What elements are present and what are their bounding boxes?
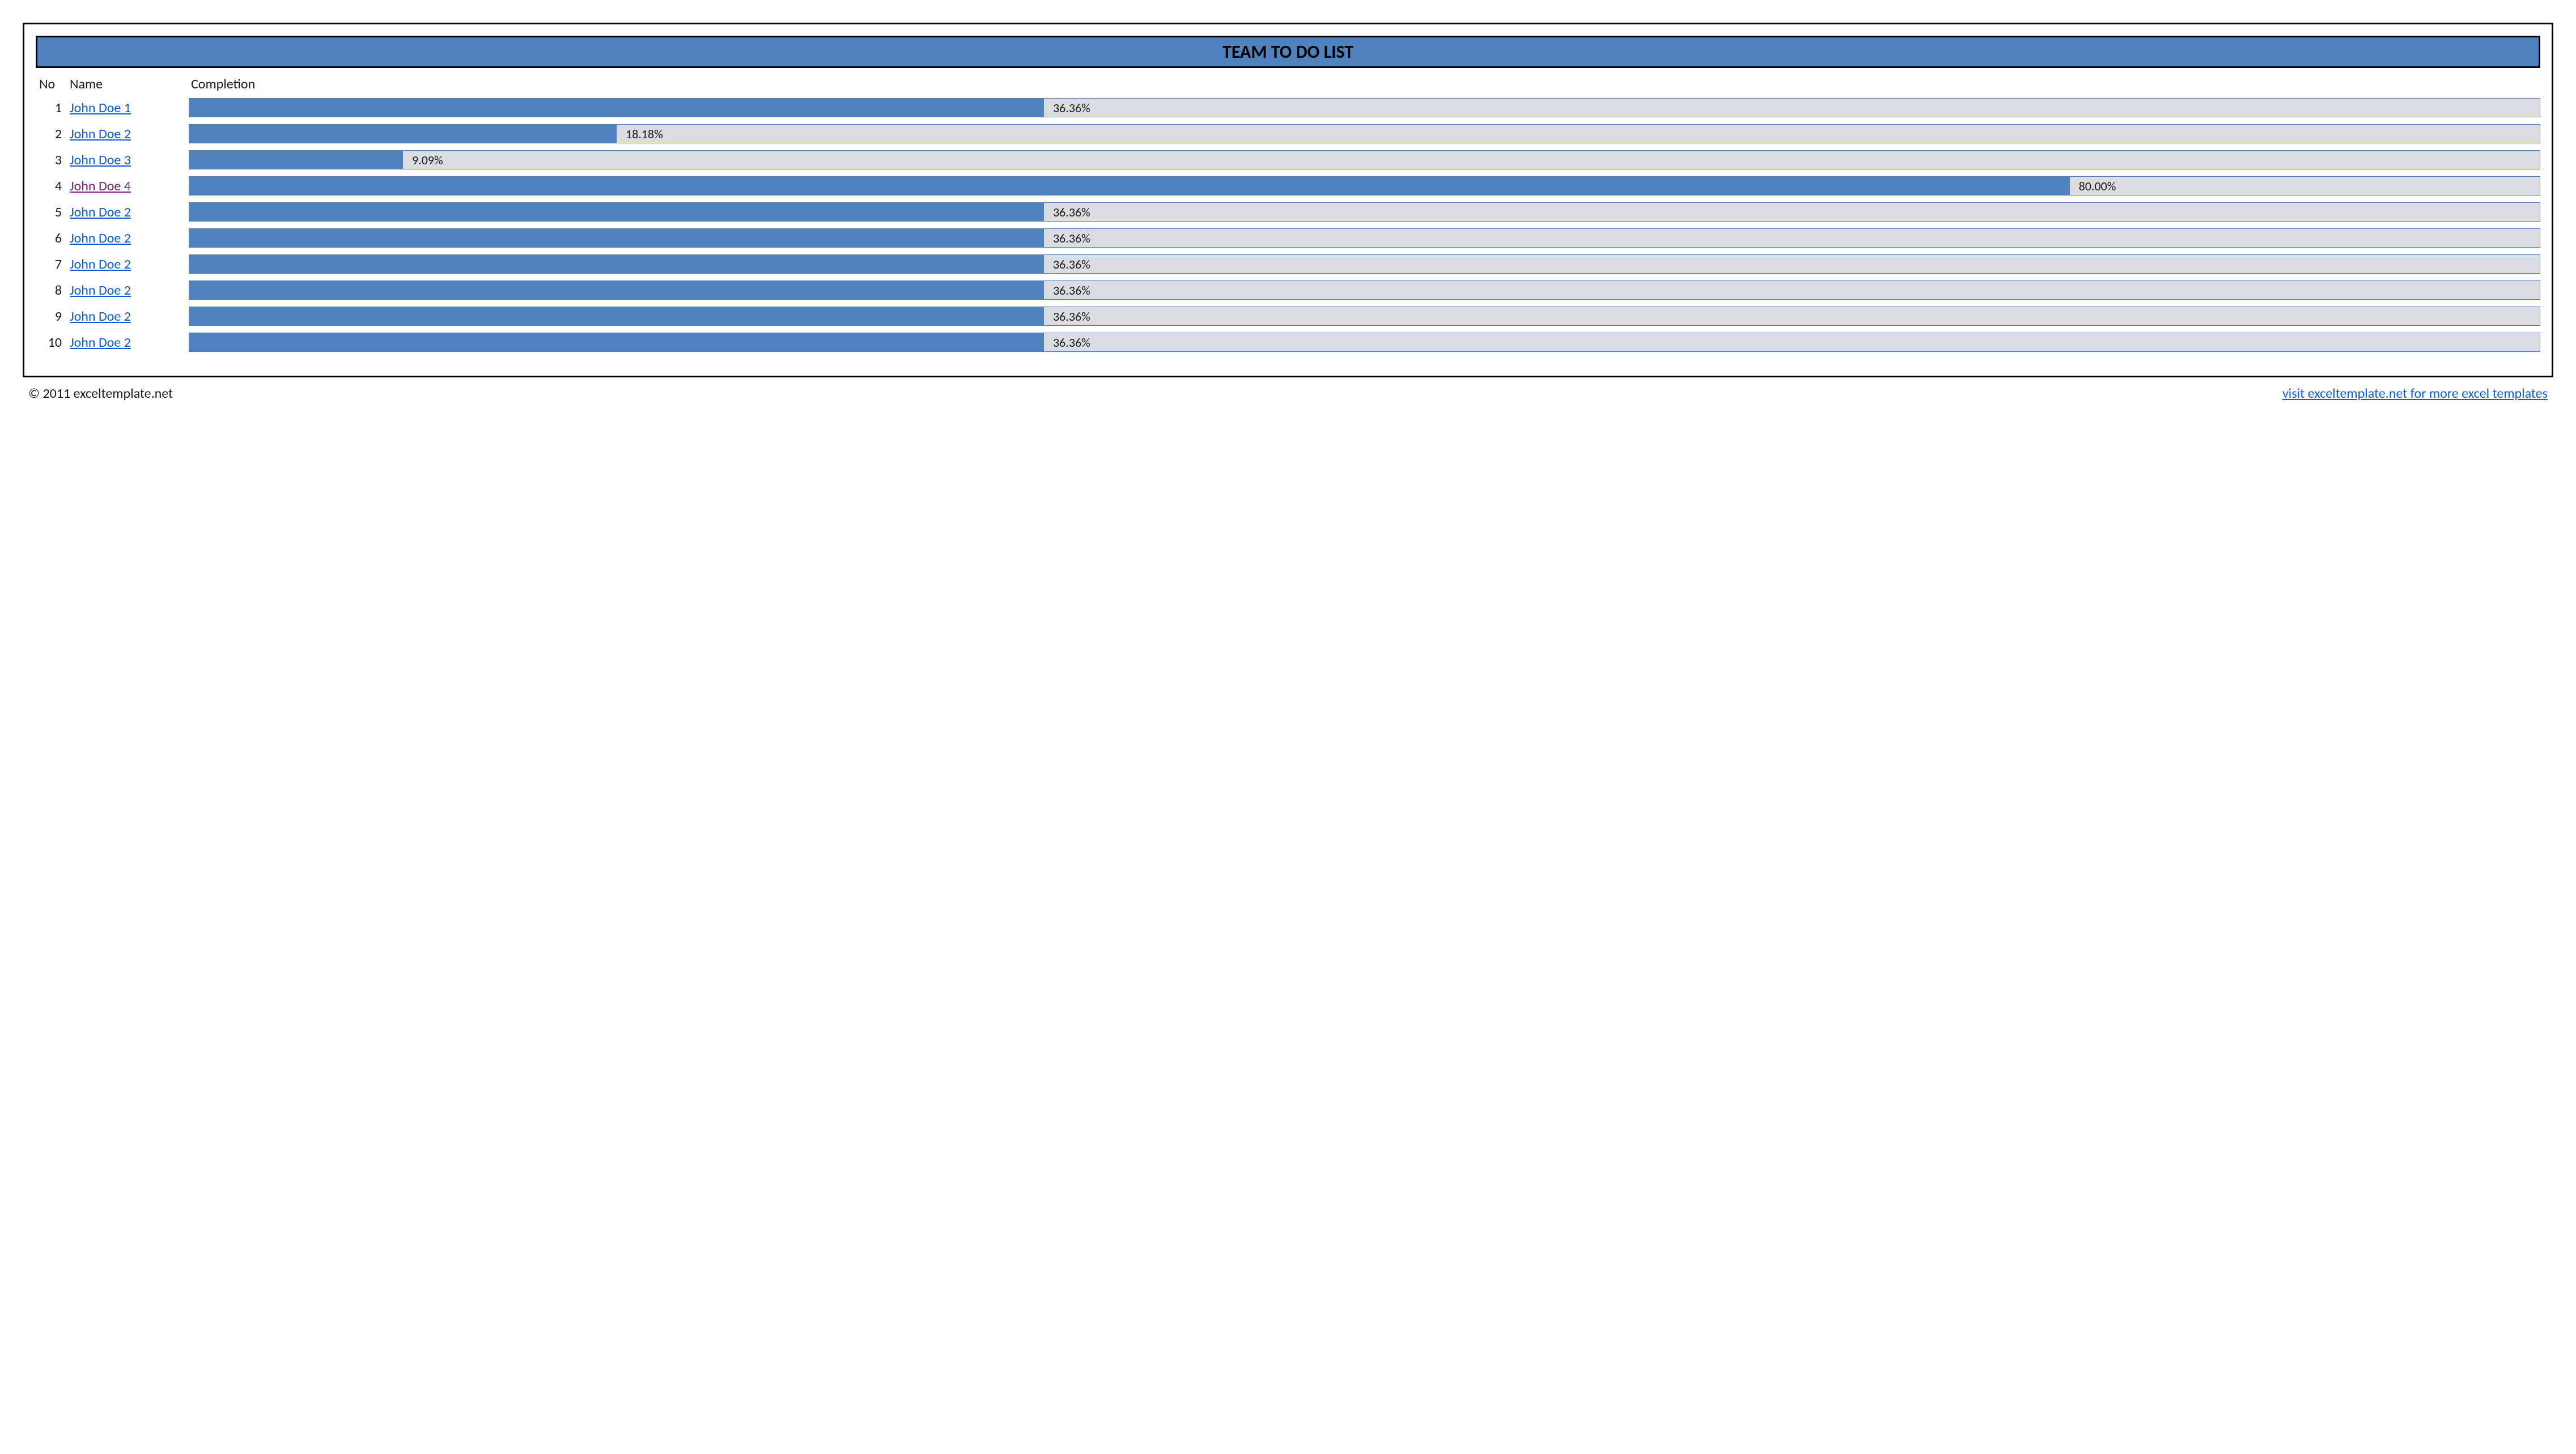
row-name-cell: John Doe 2 bbox=[70, 126, 189, 142]
person-link[interactable]: John Doe 2 bbox=[70, 334, 131, 351]
completion-cell: 36.36% bbox=[189, 254, 2540, 274]
progress-bar: 36.36% bbox=[189, 254, 2540, 274]
document-frame: TEAM TO DO LIST No Name Completion 1John… bbox=[23, 23, 2553, 377]
progress-label: 36.36% bbox=[1044, 307, 1090, 325]
progress-bar-fill bbox=[189, 229, 1044, 247]
progress-bar: 18.18% bbox=[189, 124, 2540, 143]
person-link[interactable]: John Doe 2 bbox=[70, 282, 131, 299]
completion-cell: 36.36% bbox=[189, 228, 2540, 248]
row-number: 6 bbox=[36, 230, 70, 246]
progress-bar: 9.09% bbox=[189, 150, 2540, 169]
table-row: 10John Doe 2 36.36% bbox=[36, 333, 2540, 352]
progress-bar-fill bbox=[189, 255, 1044, 273]
completion-cell: 9.09% bbox=[189, 150, 2540, 169]
person-link[interactable]: John Doe 2 bbox=[70, 308, 131, 325]
table-row: 4John Doe 4 80.00% bbox=[36, 176, 2540, 195]
progress-bar-fill bbox=[189, 125, 617, 143]
table-row: 2John Doe 2 18.18% bbox=[36, 124, 2540, 143]
progress-bar: 36.36% bbox=[189, 98, 2540, 117]
progress-bar: 80.00% bbox=[189, 176, 2540, 195]
progress-bar: 36.36% bbox=[189, 307, 2540, 326]
progress-bar-fill bbox=[189, 99, 1044, 117]
completion-cell: 36.36% bbox=[189, 98, 2540, 117]
progress-label: 18.18% bbox=[617, 125, 663, 143]
footer-link[interactable]: visit exceltemplate.net for more excel t… bbox=[2282, 385, 2548, 402]
table-header: No Name Completion bbox=[36, 76, 2540, 92]
row-number: 1 bbox=[36, 100, 70, 116]
row-name-cell: John Doe 2 bbox=[70, 230, 189, 246]
completion-cell: 36.36% bbox=[189, 307, 2540, 326]
row-number: 9 bbox=[36, 308, 70, 325]
completion-cell: 36.36% bbox=[189, 202, 2540, 222]
progress-bar-fill bbox=[189, 203, 1044, 221]
progress-bar: 36.36% bbox=[189, 280, 2540, 300]
progress-bar: 36.36% bbox=[189, 202, 2540, 222]
person-link[interactable]: John Doe 2 bbox=[70, 204, 131, 220]
row-number: 10 bbox=[36, 334, 70, 351]
row-name-cell: John Doe 2 bbox=[70, 282, 189, 299]
col-header-name: Name bbox=[70, 76, 189, 92]
person-link[interactable]: John Doe 2 bbox=[70, 126, 131, 142]
progress-bar-fill bbox=[189, 177, 2070, 195]
person-link[interactable]: John Doe 3 bbox=[70, 152, 131, 168]
row-number: 4 bbox=[36, 178, 70, 194]
table-row: 3John Doe 3 9.09% bbox=[36, 150, 2540, 169]
completion-cell: 80.00% bbox=[189, 176, 2540, 195]
progress-label: 36.36% bbox=[1044, 229, 1090, 247]
progress-label: 80.00% bbox=[2070, 177, 2116, 195]
row-name-cell: John Doe 2 bbox=[70, 334, 189, 351]
table-row: 7John Doe 2 36.36% bbox=[36, 254, 2540, 274]
progress-bar-fill bbox=[189, 307, 1044, 325]
page-title: TEAM TO DO LIST bbox=[36, 36, 2540, 68]
row-number: 8 bbox=[36, 282, 70, 299]
row-name-cell: John Doe 1 bbox=[70, 100, 189, 116]
footer-copyright: © 2011 exceltemplate.net bbox=[28, 385, 173, 402]
person-link[interactable]: John Doe 2 bbox=[70, 256, 131, 273]
progress-bar-fill bbox=[189, 151, 403, 169]
col-header-completion: Completion bbox=[189, 76, 2540, 92]
progress-label: 36.36% bbox=[1044, 99, 1090, 117]
row-number: 5 bbox=[36, 204, 70, 220]
col-header-no: No bbox=[36, 76, 70, 92]
table-row: 6John Doe 2 36.36% bbox=[36, 228, 2540, 248]
progress-label: 36.36% bbox=[1044, 333, 1090, 351]
progress-label: 36.36% bbox=[1044, 255, 1090, 273]
row-name-cell: John Doe 2 bbox=[70, 308, 189, 325]
person-link[interactable]: John Doe 2 bbox=[70, 230, 131, 246]
progress-label: 36.36% bbox=[1044, 281, 1090, 299]
progress-label: 36.36% bbox=[1044, 203, 1090, 221]
table-row: 9John Doe 2 36.36% bbox=[36, 307, 2540, 326]
row-name-cell: John Doe 3 bbox=[70, 152, 189, 168]
table-row: 1John Doe 1 36.36% bbox=[36, 98, 2540, 117]
progress-label: 9.09% bbox=[403, 151, 443, 169]
completion-cell: 36.36% bbox=[189, 333, 2540, 352]
row-number: 7 bbox=[36, 256, 70, 273]
person-link[interactable]: John Doe 1 bbox=[70, 100, 131, 116]
table-row: 8John Doe 2 36.36% bbox=[36, 280, 2540, 300]
progress-bar: 36.36% bbox=[189, 228, 2540, 248]
table-row: 5John Doe 2 36.36% bbox=[36, 202, 2540, 222]
row-name-cell: John Doe 2 bbox=[70, 204, 189, 220]
footer: © 2011 exceltemplate.net visit exceltemp… bbox=[23, 385, 2553, 402]
completion-cell: 36.36% bbox=[189, 280, 2540, 300]
completion-cell: 18.18% bbox=[189, 124, 2540, 143]
table-body: 1John Doe 136.36%2John Doe 218.18%3John … bbox=[36, 98, 2540, 352]
person-link[interactable]: John Doe 4 bbox=[70, 178, 131, 194]
row-name-cell: John Doe 4 bbox=[70, 178, 189, 194]
row-number: 3 bbox=[36, 152, 70, 168]
row-number: 2 bbox=[36, 126, 70, 142]
progress-bar-fill bbox=[189, 281, 1044, 299]
row-name-cell: John Doe 2 bbox=[70, 256, 189, 273]
progress-bar-fill bbox=[189, 333, 1044, 351]
progress-bar: 36.36% bbox=[189, 333, 2540, 352]
